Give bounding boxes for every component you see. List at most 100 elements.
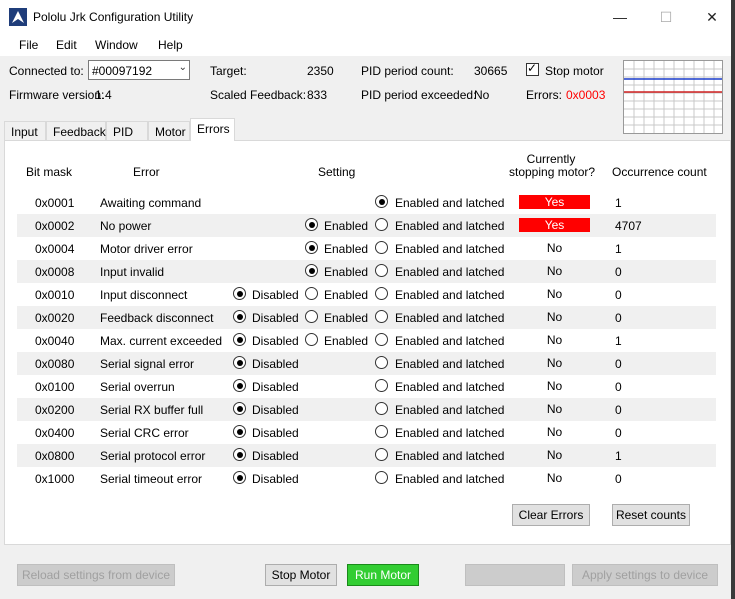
header-error: Error bbox=[133, 165, 160, 179]
title-bar: Pololu Jrk Configuration Utility — ☐ ✕ bbox=[0, 0, 735, 34]
error-name-cell: No power bbox=[100, 219, 152, 233]
error-name-cell: Max. current exceeded bbox=[100, 334, 223, 348]
error-name-cell: Input invalid bbox=[100, 265, 165, 279]
header-stopping-line1: Currently bbox=[526, 152, 576, 166]
radio-disabled[interactable] bbox=[233, 402, 246, 415]
radio-disabled-label: Disabled bbox=[252, 449, 299, 463]
radio-latched[interactable] bbox=[375, 241, 388, 254]
close-button[interactable]: ✕ bbox=[689, 0, 735, 34]
occurrence-count-cell: 0 bbox=[615, 311, 622, 325]
radio-enabled[interactable] bbox=[305, 241, 318, 254]
error-name-cell: Awaiting command bbox=[100, 196, 202, 210]
radio-latched[interactable] bbox=[375, 195, 388, 208]
target-label: Target: bbox=[210, 64, 247, 78]
reset-counts-button[interactable]: Reset counts bbox=[612, 504, 690, 526]
radio-latched[interactable] bbox=[375, 310, 388, 323]
table-row: 0x0004 Motor driver error Enabled Enabled a… bbox=[17, 237, 716, 260]
minimize-button[interactable]: — bbox=[597, 0, 643, 34]
error-name-cell: Feedback disconnect bbox=[100, 311, 214, 325]
bit-mask-cell: 0x0010 bbox=[35, 288, 75, 302]
radio-disabled[interactable] bbox=[233, 356, 246, 369]
device-value: #00097192 bbox=[92, 64, 153, 78]
radio-latched[interactable] bbox=[375, 264, 388, 277]
radio-latched-label: Enabled and latched bbox=[395, 219, 505, 233]
occurrence-count-cell: 1 bbox=[615, 449, 622, 463]
occurrence-count-cell: 0 bbox=[615, 265, 622, 279]
radio-enabled[interactable] bbox=[305, 287, 318, 300]
radio-enabled-label: Enabled bbox=[324, 219, 369, 233]
occurrence-count-cell: 0 bbox=[615, 357, 622, 371]
preview-graph[interactable] bbox=[623, 60, 723, 134]
radio-disabled[interactable] bbox=[233, 379, 246, 392]
apply-settings-button[interactable]: Apply settings to device bbox=[572, 564, 718, 586]
radio-latched[interactable] bbox=[375, 448, 388, 461]
stopping-motor-cell: No bbox=[546, 471, 563, 485]
bit-mask-cell: 0x0001 bbox=[35, 196, 75, 210]
scaled-feedback-label: Scaled Feedback: bbox=[210, 88, 307, 102]
radio-latched[interactable] bbox=[375, 379, 388, 392]
radio-disabled[interactable] bbox=[233, 310, 246, 323]
radio-enabled[interactable] bbox=[305, 218, 318, 231]
bit-mask-cell: 0x0008 bbox=[35, 265, 75, 279]
menu-help[interactable]: Help bbox=[158, 38, 183, 52]
radio-latched[interactable] bbox=[375, 425, 388, 438]
bit-mask-cell: 0x0400 bbox=[35, 426, 75, 440]
connected-label: Connected to: bbox=[9, 64, 84, 78]
bit-mask-cell: 0x0040 bbox=[35, 334, 75, 348]
tab-pid[interactable]: PID bbox=[106, 121, 148, 140]
header-bit-mask: Bit mask bbox=[26, 165, 73, 179]
tab-input[interactable]: Input bbox=[4, 121, 46, 140]
radio-latched[interactable] bbox=[375, 402, 388, 415]
radio-latched[interactable] bbox=[375, 287, 388, 300]
radio-enabled[interactable] bbox=[305, 333, 318, 346]
menu-file[interactable]: File bbox=[19, 38, 38, 52]
radio-disabled[interactable] bbox=[233, 448, 246, 461]
radio-enabled-label: Enabled bbox=[324, 288, 369, 302]
occurrence-count-cell: 0 bbox=[615, 472, 622, 486]
pololu-logo-icon bbox=[9, 8, 27, 26]
radio-enabled-label: Enabled bbox=[324, 265, 369, 279]
radio-latched[interactable] bbox=[375, 356, 388, 369]
occurrence-count-cell: 0 bbox=[615, 426, 622, 440]
reload-settings-button[interactable]: Reload settings from device bbox=[17, 564, 175, 586]
stop-motor-checkbox[interactable]: ✓ bbox=[526, 61, 539, 76]
device-select[interactable]: #00097192 ⌄ bbox=[88, 60, 190, 80]
radio-disabled[interactable] bbox=[233, 287, 246, 300]
stopping-motor-cell: No bbox=[546, 287, 563, 301]
radio-disabled[interactable] bbox=[233, 425, 246, 438]
pid-count-value: 30665 bbox=[474, 64, 508, 78]
radio-latched-label: Enabled and latched bbox=[395, 265, 505, 279]
run-motor-button[interactable]: Run Motor bbox=[347, 564, 419, 586]
radio-latched[interactable] bbox=[375, 333, 388, 346]
stopping-motor-cell: No bbox=[546, 241, 563, 255]
occurrence-count-cell: 1 bbox=[615, 334, 622, 348]
radio-latched-label: Enabled and latched bbox=[395, 403, 505, 417]
radio-disabled-label: Disabled bbox=[252, 334, 299, 348]
menu-edit[interactable]: Edit bbox=[56, 38, 77, 52]
radio-disabled-label: Disabled bbox=[252, 357, 299, 371]
radio-latched-label: Enabled and latched bbox=[395, 196, 505, 210]
stop-motor-button[interactable]: Stop Motor bbox=[265, 564, 337, 586]
bit-mask-cell: 0x0004 bbox=[35, 242, 75, 256]
clear-errors-button[interactable]: Clear Errors bbox=[512, 504, 590, 526]
tab-feedback[interactable]: Feedback bbox=[46, 121, 106, 140]
occurrence-count-cell: 4707 bbox=[615, 219, 642, 233]
radio-disabled[interactable] bbox=[233, 471, 246, 484]
maximize-button[interactable]: ☐ bbox=[643, 0, 689, 34]
table-row: 0x0080 Serial signal error Disabled Enabled… bbox=[17, 352, 716, 375]
radio-disabled[interactable] bbox=[233, 333, 246, 346]
radio-latched[interactable] bbox=[375, 471, 388, 484]
checkmark-icon: ✓ bbox=[527, 61, 538, 75]
target-value: 2350 bbox=[307, 64, 334, 78]
stop-motor-label: Stop motor bbox=[545, 64, 604, 78]
menu-window[interactable]: Window bbox=[95, 38, 138, 52]
tab-motor[interactable]: Motor bbox=[148, 121, 190, 140]
bit-mask-cell: 0x0002 bbox=[35, 219, 75, 233]
pid-exceeded-label: PID period exceeded: bbox=[361, 88, 477, 102]
radio-enabled[interactable] bbox=[305, 264, 318, 277]
tab-errors[interactable]: Errors bbox=[190, 118, 235, 141]
radio-enabled[interactable] bbox=[305, 310, 318, 323]
radio-latched[interactable] bbox=[375, 218, 388, 231]
radio-disabled-label: Disabled bbox=[252, 403, 299, 417]
table-row: 0x0010 Input disconnect Disabled Enabled Ena… bbox=[17, 283, 716, 306]
